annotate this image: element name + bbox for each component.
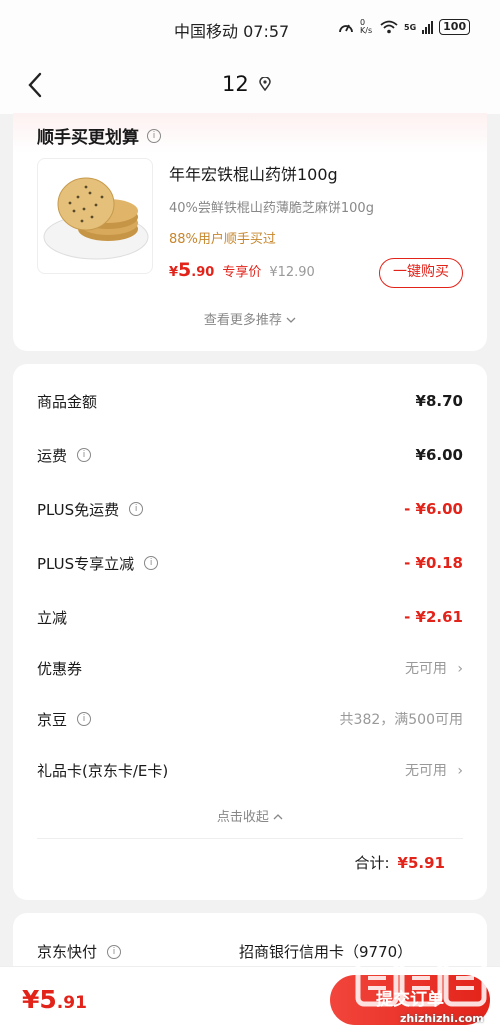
row-label: 立减 — [37, 608, 68, 627]
payment-label: 京东快付 i — [37, 941, 122, 962]
jingdou-value: 共382，满500可用 — [339, 712, 463, 728]
page-title: 12 — [222, 72, 249, 96]
row-label: 京豆 — [37, 710, 68, 729]
price-row: ¥5.90 专享价 ¥12.90 — [169, 259, 315, 281]
exclusive-price: ¥5.90 — [169, 259, 214, 281]
chevron-down-icon — [286, 317, 296, 323]
divider — [37, 838, 463, 839]
product-thumbnail[interactable] — [37, 158, 153, 274]
row-label: 礼品卡(京东卡/E卡) — [37, 761, 169, 780]
collapse-link[interactable]: 点击收起 — [13, 806, 487, 825]
price-dec: .90 — [191, 265, 215, 280]
net-speed: 0 K/s — [360, 18, 373, 35]
gift-card-row[interactable]: 礼品卡(京东卡/E卡) 无可用 › — [37, 755, 463, 785]
wifi-icon — [380, 20, 398, 34]
goods-amount: ¥8.70 — [415, 392, 463, 410]
info-icon[interactable]: i — [77, 448, 92, 462]
row-label: PLUS免运费 — [37, 500, 120, 519]
product-subtitle: 40%尝鲜铁棍山药薄脆芝麻饼100g — [169, 201, 374, 216]
shipping-fee: ¥6.00 — [415, 446, 463, 464]
summary-row: 商品金额 ¥8.70 — [37, 386, 463, 416]
carrier-time: 中国移动 07:57 — [174, 22, 290, 41]
row-label: 商品金额 — [37, 392, 98, 411]
chevron-left-icon[interactable] — [22, 70, 52, 100]
total-row: 合计: ¥5.91 — [354, 852, 445, 873]
gift-card-text: 无可用 — [404, 763, 447, 779]
one-click-buy-button[interactable]: 一键购买 — [379, 258, 463, 288]
bottom-total-price: ¥5.91 — [22, 985, 87, 1014]
summary-row: 立减 - ¥2.61 — [37, 602, 463, 632]
status-bar: 中国移动 07:57 0 K/s 5G 100 — [0, 0, 500, 58]
chevron-right-icon: › — [457, 763, 463, 779]
price-summary-card: 商品金额 ¥8.70 运费 i ¥6.00 PLUS免运费 i - ¥6.00 PL… — [13, 364, 487, 900]
price-int: 5 — [178, 259, 192, 281]
info-icon[interactable]: i — [147, 128, 161, 143]
info-icon[interactable]: i — [107, 944, 122, 959]
coupon-row[interactable]: 优惠券 无可用 › — [37, 653, 463, 683]
product-name[interactable]: 年年宏铁棍山药饼100g — [169, 161, 338, 185]
plus-discount: - ¥0.18 — [404, 554, 463, 572]
more-recommend-text: 查看更多推荐 — [203, 313, 282, 328]
chevron-up-icon — [273, 814, 283, 820]
gift-card-value: 无可用 › — [405, 760, 463, 780]
signal-icon — [422, 20, 434, 34]
more-recommend-link[interactable]: 查看更多推荐 — [13, 309, 487, 328]
speedometer-icon — [339, 24, 353, 33]
bottom-price-dec: .91 — [56, 993, 87, 1013]
original-price: ¥12.90 — [269, 265, 315, 280]
instant-discount: - ¥2.61 — [404, 608, 463, 626]
network-type: 5G — [404, 22, 417, 32]
coupon-text: 无可用 — [404, 661, 447, 677]
jingdou-row[interactable]: 京豆 i 共382，满500可用 — [37, 704, 463, 734]
status-icons: 0 K/s 5G 100 — [338, 18, 471, 35]
location-pin-icon — [258, 77, 271, 91]
nav-bar: 12 — [0, 58, 500, 114]
recommend-title-text: 顺手买更划算 — [37, 128, 139, 148]
row-label: 优惠券 — [37, 659, 83, 678]
info-icon[interactable]: i — [77, 712, 92, 726]
row-label: PLUS专享立减 — [37, 554, 135, 573]
bottom-price-int: ¥5 — [22, 985, 57, 1014]
total-label: 合计: — [354, 854, 390, 872]
recommend-card: 顺手买更划算 i 年年宏铁棍山药饼100g 40%尝鲜铁棍山药薄脆芝麻饼100g… — [13, 113, 487, 351]
collapse-text: 点击收起 — [216, 810, 269, 825]
summary-row: PLUS免运费 i - ¥6.00 — [37, 494, 463, 524]
summary-row: PLUS专享立减 i - ¥0.18 — [37, 548, 463, 578]
coupon-value: 无可用 › — [405, 658, 463, 678]
battery-icon: 100 — [439, 19, 471, 35]
info-icon[interactable]: i — [144, 556, 159, 570]
product-tag: 88%用户顺手买过 — [169, 232, 276, 247]
total-amount: ¥5.91 — [397, 854, 445, 872]
payment-label-text: 京东快付 — [37, 943, 98, 961]
plus-free-shipping: - ¥6.00 — [404, 500, 463, 518]
nav-title[interactable]: 12 — [222, 72, 271, 96]
row-label: 运费 — [37, 446, 68, 465]
recommend-title: 顺手买更划算 i — [37, 123, 161, 148]
info-icon[interactable]: i — [129, 502, 144, 516]
chevron-right-icon: › — [457, 661, 463, 677]
watermark-text: zhizhizhi.com — [400, 1012, 484, 1025]
price-symbol: ¥ — [169, 265, 179, 280]
summary-row: 运费 i ¥6.00 — [37, 440, 463, 470]
biscuit-image — [43, 177, 149, 260]
price-label: 专享价 — [222, 265, 262, 280]
